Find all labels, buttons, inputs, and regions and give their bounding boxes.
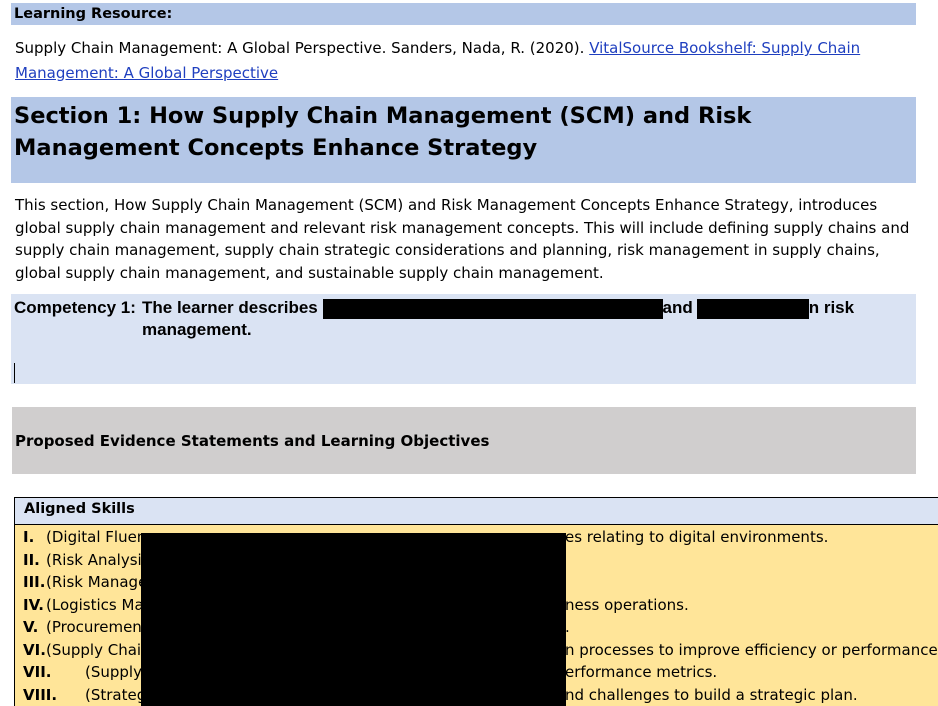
list-item-lead: (Supply Chai — [46, 640, 142, 659]
list-item-lead: (Risk Analysis — [46, 550, 150, 569]
proposed-evidence-heading: Proposed Evidence Statements and Learnin… — [15, 432, 490, 450]
competency-text-4: management. — [142, 320, 252, 339]
list-item-lead: (Risk Manage — [46, 573, 148, 591]
list-item-number: V. — [23, 618, 39, 636]
citation-text: Supply Chain Management: A Global Perspe… — [15, 39, 590, 57]
redaction-block — [141, 533, 566, 706]
list-item-number: VIII. — [23, 685, 58, 704]
list-item-tail: es relating to digital environments. — [565, 528, 829, 546]
competency-label: Competency 1: — [14, 298, 136, 317]
list-item-tail: n processes to improve efficiency or per… — [565, 640, 938, 659]
competency-statement: The learner describes and n risk manageme… — [142, 297, 882, 341]
text-cursor — [14, 363, 15, 383]
competency-text-1: The learner describes — [142, 298, 318, 317]
aligned-skills-table: Aligned Skills I. (Digital Fluen es rela… — [14, 497, 938, 706]
list-item-number: II. — [23, 550, 40, 569]
list-item-tail: erformance metrics. — [565, 663, 718, 681]
list-item-lead: (Logistics Ma — [46, 595, 144, 614]
aligned-skills-heading: Aligned Skills — [24, 501, 135, 517]
list-item-lead: (Procuremen — [46, 618, 142, 636]
list-item-tail: ness operations. — [565, 595, 689, 614]
list-item-number: IV. — [23, 595, 44, 614]
list-item-number: III. — [23, 573, 46, 591]
competency-text-3: n risk — [808, 298, 855, 317]
list-item-number: I. — [23, 528, 35, 546]
section-intro: This section, How Supply Chain Managemen… — [15, 196, 910, 282]
learning-resource-label: Learning Resource: — [14, 6, 173, 22]
list-item-lead: (Supply — [85, 663, 142, 681]
list-item-lead: (Strateg — [85, 685, 147, 704]
list-item-lead: (Digital Fluen — [46, 528, 147, 546]
redaction-block — [696, 298, 809, 319]
learning-resource-citation: Supply Chain Management: A Global Perspe… — [15, 36, 895, 85]
list-item-number: VI. — [23, 640, 46, 659]
competency-text-2: and — [662, 298, 693, 317]
aligned-skills-header: Aligned Skills — [15, 498, 938, 525]
redaction-block — [322, 298, 663, 319]
list-item-tail: nd challenges to build a strategic plan. — [565, 685, 858, 704]
list-item-number: VII. — [23, 663, 52, 681]
section-title: Section 1: How Supply Chain Management (… — [14, 103, 752, 161]
